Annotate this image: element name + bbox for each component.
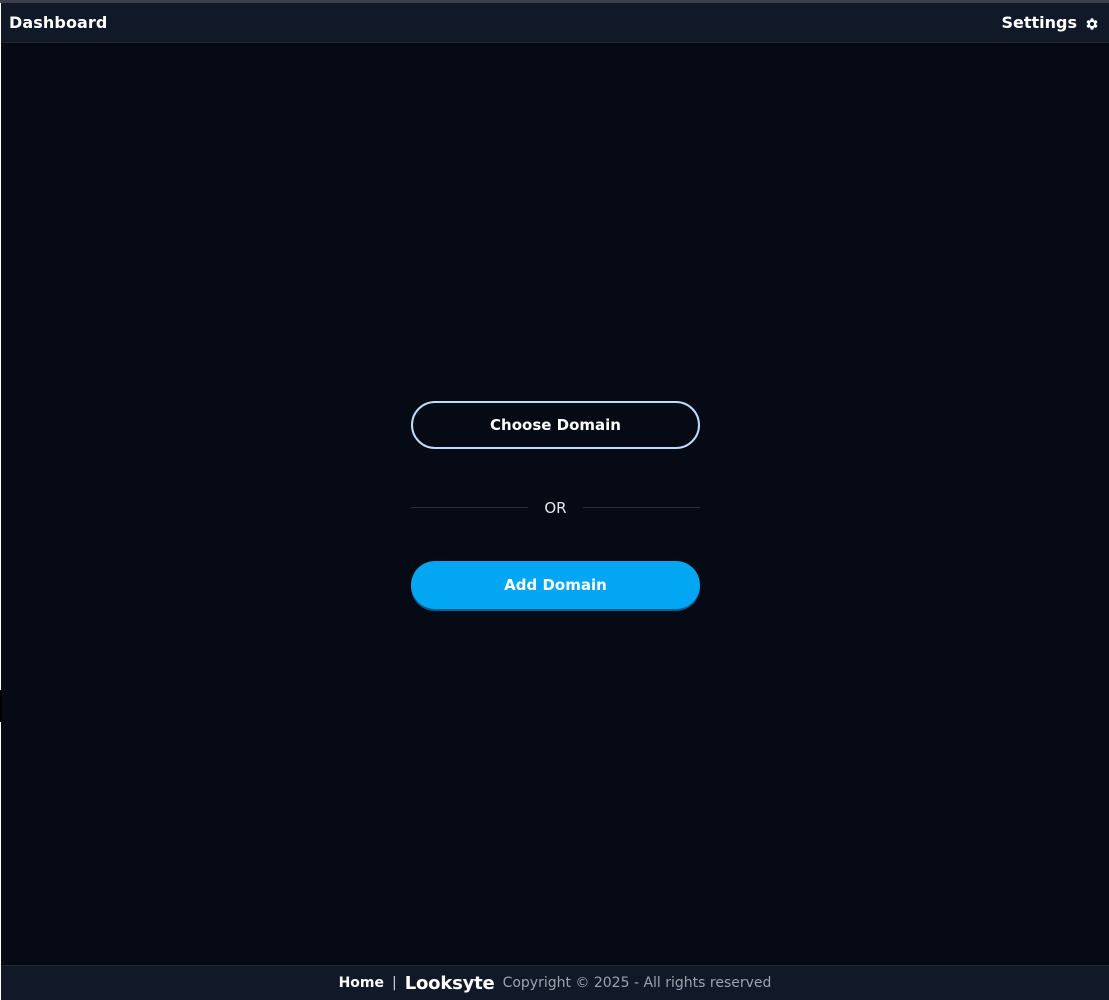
footer-brand-logo: Looksyte bbox=[404, 972, 495, 994]
gear-icon bbox=[1085, 16, 1099, 30]
or-divider: OR bbox=[411, 497, 700, 519]
footer-separator: | bbox=[392, 975, 397, 991]
page-title: Dashboard bbox=[9, 13, 108, 32]
app-container: Dashboard Settings Choose Domain OR Add … bbox=[0, 3, 1109, 1000]
footer: Home | Looksyte Copyright © 2025 - All r… bbox=[1, 965, 1109, 1000]
add-domain-button[interactable]: Add Domain bbox=[411, 561, 700, 609]
footer-home-link[interactable]: Home bbox=[339, 975, 384, 991]
choose-domain-button[interactable]: Choose Domain bbox=[411, 401, 700, 449]
divider-line-right bbox=[583, 507, 700, 508]
left-edge-marker bbox=[0, 690, 2, 722]
settings-button[interactable]: Settings bbox=[1001, 13, 1099, 32]
divider-line-left bbox=[411, 507, 528, 508]
footer-copyright: Copyright © 2025 - All rights reserved bbox=[502, 975, 772, 991]
settings-label: Settings bbox=[1001, 13, 1077, 32]
top-bar: Dashboard Settings bbox=[1, 3, 1109, 43]
divider-text: OR bbox=[544, 499, 567, 517]
